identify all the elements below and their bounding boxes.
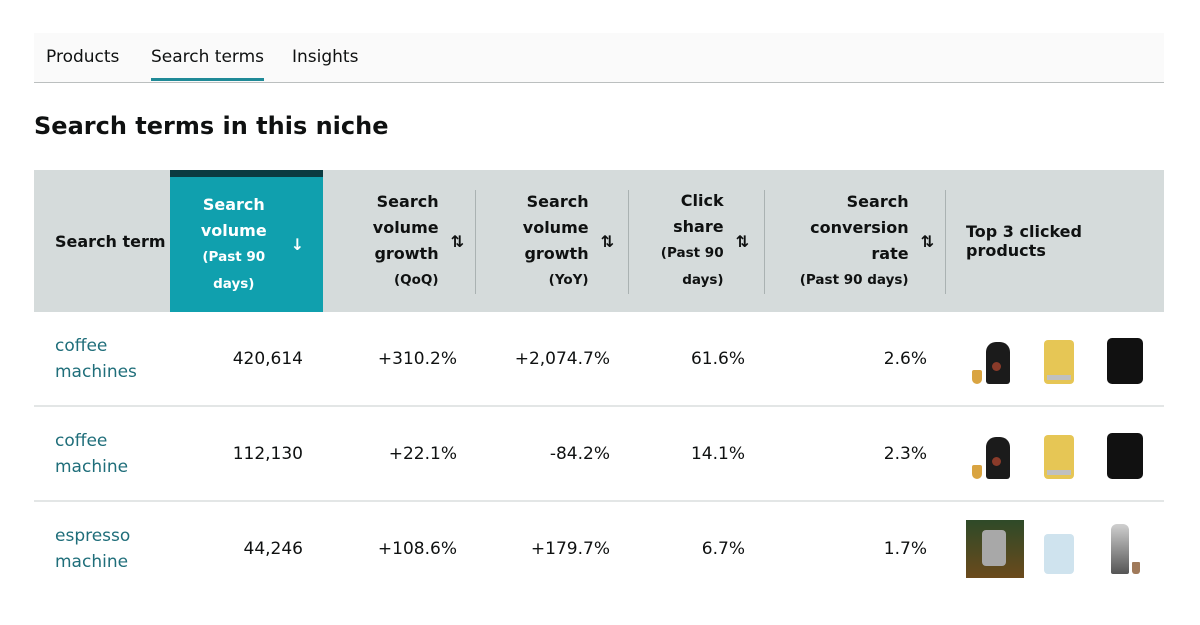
search-terms-table: Search term Search volume (Past 90 days) …	[34, 170, 1164, 595]
column-label: Search volume growth (QoQ)	[372, 191, 439, 288]
search-term-link[interactable]: coffee machines	[55, 333, 155, 385]
product-thumbnail-yellow-espresso-machine[interactable]	[1034, 334, 1084, 384]
product-thumbnail-espresso-lifestyle[interactable]	[966, 520, 1024, 578]
conversion-rate-value: 2.3%	[883, 443, 927, 464]
table-header: Search term Search volume (Past 90 days) …	[34, 170, 1164, 312]
column-header-click-share[interactable]: Click share (Past 90 days) ⇅	[634, 170, 749, 312]
sort-icon[interactable]: ⇅	[736, 232, 749, 251]
qoq-growth-value: +108.6%	[377, 538, 457, 559]
search-volume-value: 44,246	[243, 538, 303, 559]
tab-search-terms[interactable]: Search terms	[151, 47, 265, 81]
table-row: coffee machines 420,614 +310.2% +2,074.7…	[34, 312, 1164, 407]
sort-icon[interactable]: ⇅	[921, 232, 934, 251]
click-share-value: 14.1%	[690, 443, 745, 464]
table-row: espresso machine 44,246 +108.6% +179.7% …	[34, 502, 1164, 595]
column-header-yoy-growth[interactable]: Search volume growth (YoY) ⇅	[494, 170, 614, 312]
product-thumbnail-black-capsule-machine[interactable]	[966, 334, 1016, 384]
product-thumbnail-black-pod-machine[interactable]	[1100, 334, 1150, 384]
column-divider	[475, 190, 476, 294]
column-label: Search volume (Past 90 days)	[200, 194, 267, 292]
column-divider	[764, 190, 765, 294]
product-thumbnail-silver-espresso-machine[interactable]	[1100, 524, 1150, 574]
qoq-growth-value: +22.1%	[388, 443, 457, 464]
sort-icon[interactable]: ⇅	[451, 232, 464, 251]
section-title: Search terms in this niche	[34, 112, 389, 140]
search-term-link[interactable]: espresso machine	[55, 523, 155, 575]
product-thumbnail-black-capsule-machine[interactable]	[966, 429, 1016, 479]
column-header-top-products: Top 3 clicked products	[966, 170, 1166, 312]
column-label: Click share (Past 90 days)	[660, 191, 724, 288]
column-label: Top 3 clicked products	[966, 222, 1082, 260]
search-term-link[interactable]: coffee machine	[55, 428, 155, 480]
table-row: coffee machine 112,130 +22.1% -84.2% 14.…	[34, 407, 1164, 502]
column-header-qoq-growth[interactable]: Search volume growth (QoQ) ⇅	[344, 170, 464, 312]
click-share-value: 6.7%	[701, 538, 745, 559]
yoy-growth-value: +179.7%	[530, 538, 610, 559]
column-header-search-term[interactable]: Search term	[55, 170, 175, 312]
yoy-growth-value: -84.2%	[549, 443, 610, 464]
tab-bar: Products Search terms Insights	[34, 33, 1164, 83]
qoq-growth-value: +310.2%	[377, 348, 457, 369]
tab-insights[interactable]: Insights	[292, 47, 358, 67]
search-volume-value: 420,614	[232, 348, 303, 369]
search-volume-value: 112,130	[232, 443, 303, 464]
sort-icon[interactable]: ⇅	[601, 232, 614, 251]
product-thumbnail-light-blue-espresso-machine[interactable]	[1034, 524, 1084, 574]
click-share-value: 61.6%	[690, 348, 745, 369]
column-header-conversion-rate[interactable]: Search conversion rate (Past 90 days) ⇅	[779, 170, 934, 312]
product-thumbnail-black-pod-machine[interactable]	[1100, 429, 1150, 479]
column-label: Search term	[55, 231, 166, 251]
column-label: Search volume growth (YoY)	[522, 191, 589, 288]
column-label: Search conversion rate (Past 90 days)	[799, 191, 909, 288]
yoy-growth-value: +2,074.7%	[514, 348, 610, 369]
product-thumbnail-yellow-espresso-machine[interactable]	[1034, 429, 1084, 479]
column-divider	[628, 190, 629, 294]
sort-descending-icon[interactable]: ↓	[291, 235, 304, 254]
conversion-rate-value: 2.6%	[883, 348, 927, 369]
tab-products[interactable]: Products	[46, 47, 119, 67]
column-header-search-volume[interactable]: Search volume (Past 90 days) ↓	[170, 170, 323, 312]
conversion-rate-value: 1.7%	[883, 538, 927, 559]
column-divider	[945, 190, 946, 294]
